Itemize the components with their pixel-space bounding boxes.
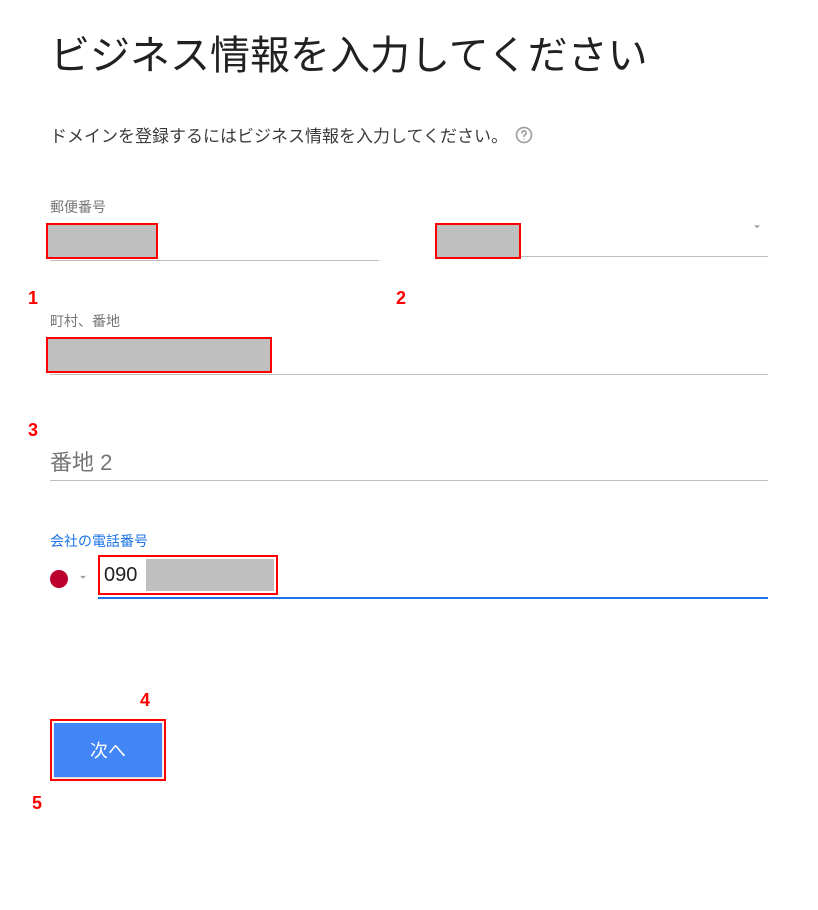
japan-flag-icon[interactable] [50, 570, 68, 588]
subtitle-text: ドメインを登録するにはビジネス情報を入力してください。 [50, 122, 508, 147]
postal-code-label: 郵便番号 [50, 197, 379, 217]
phone-value-visible: 090 [100, 564, 137, 587]
chevron-down-icon[interactable] [76, 570, 90, 589]
page-title: ビジネス情報を入力してください [50, 30, 768, 82]
annotation-marker-3: 3 [28, 420, 38, 441]
address2-field [50, 445, 768, 481]
redacted-box-3 [46, 337, 272, 373]
postal-code-field: 郵便番号 [50, 197, 379, 261]
phone-field: 会社の電話番号 090 [50, 531, 768, 599]
help-icon[interactable] [514, 125, 534, 145]
annotation-marker-4: 4 [140, 690, 150, 711]
prefecture-label [439, 197, 768, 213]
annotation-marker-5: 5 [32, 793, 42, 814]
redacted-box-1 [46, 223, 158, 259]
redacted-box-4: 090 [98, 555, 278, 595]
address2-input[interactable] [50, 445, 768, 481]
address1-label: 町村、番地 [50, 311, 768, 331]
annotation-marker-1: 1 [28, 288, 38, 309]
address1-field: 町村、番地 [50, 311, 768, 375]
redacted-box-2 [435, 223, 521, 259]
prefecture-field [439, 197, 768, 261]
chevron-down-icon[interactable] [750, 220, 764, 239]
phone-label: 会社の電話番号 [50, 531, 768, 551]
annotation-marker-2: 2 [396, 288, 406, 309]
next-button[interactable]: 次へ [54, 723, 162, 777]
next-button-highlight: 次へ [50, 719, 166, 781]
subtitle-row: ドメインを登録するにはビジネス情報を入力してください。 [50, 122, 768, 147]
